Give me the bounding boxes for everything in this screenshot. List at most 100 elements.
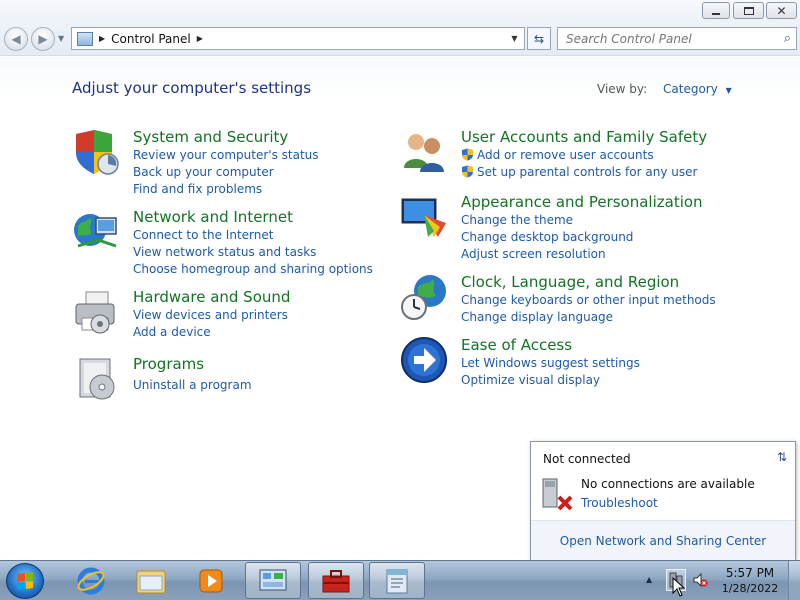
monitor-palette-icon [401,198,446,237]
forward-button[interactable]: ▶ [31,27,55,51]
link-parental-controls-label[interactable]: Set up parental controls for any user [477,165,697,179]
view-by-dropdown[interactable]: Category [663,82,718,96]
link-suggest-settings[interactable]: Let Windows suggest settings [461,355,640,372]
category-title[interactable]: Programs [133,355,204,373]
clock-time: 5:57 PM [725,566,775,580]
media-player-icon [199,569,223,592]
close-button[interactable]: ✕ [766,2,797,19]
uac-shield-icon [462,165,473,178]
category-ease-of-access: Ease of Access Let Windows suggest setti… [400,336,730,396]
toolbox-icon [322,569,350,592]
taskbar-internet-explorer[interactable] [63,562,119,599]
breadcrumb-arrow-icon[interactable]: ▶ [99,34,105,43]
internet-explorer-icon [77,567,105,594]
category-system-security: System and Security Review your computer… [72,128,372,196]
link-add-remove-users[interactable]: Add or remove user accounts [461,147,697,164]
address-bar[interactable]: ▶ Control Panel ▶ ▼ [71,27,525,50]
taskbar-toolbox[interactable] [308,562,364,599]
link-find-fix-problems[interactable]: Find and fix problems [133,181,319,198]
shield-icon [76,130,119,175]
search-box[interactable]: ⌕ [557,27,797,50]
category-network-internet: Network and Internet Connect to the Inte… [72,208,373,276]
link-screen-resolution[interactable]: Adjust screen resolution [461,246,633,263]
clock-date: 1/28/2022 [721,582,779,595]
link-parental-controls[interactable]: Set up parental controls for any user [461,164,697,181]
category-appearance: Appearance and Personalization Change th… [400,193,730,261]
link-network-status[interactable]: View network status and tasks [133,244,373,261]
restore-button[interactable] [733,2,764,19]
back-button[interactable]: ◀ [4,27,28,51]
close-icon: ✕ [776,3,787,18]
link-connect-internet[interactable]: Connect to the Internet [133,227,373,244]
programs-icon [79,358,115,400]
category-title[interactable]: System and Security [133,128,288,146]
forward-arrow-icon: ▶ [38,32,48,46]
link-display-language[interactable]: Change display language [461,309,716,326]
link-change-theme[interactable]: Change the theme [461,212,633,229]
clock-globe-icon [401,275,446,320]
breadcrumb-arrow-icon[interactable]: ▶ [197,34,203,43]
globe-network-icon [74,214,117,248]
taskbar-notepad[interactable] [369,562,425,599]
open-network-center-link[interactable]: Open Network and Sharing Center [531,520,795,560]
category-title[interactable]: Network and Internet [133,208,293,226]
link-back-up[interactable]: Back up your computer [133,164,319,181]
volume-muted-icon[interactable] [692,572,708,588]
taskbar-media-player[interactable] [183,562,239,599]
troubleshoot-link[interactable]: Troubleshoot [581,496,658,510]
title-bar: ✕ [0,0,800,22]
link-devices-printers[interactable]: View devices and printers [133,307,288,324]
link-add-device[interactable]: Add a device [133,324,288,341]
connection-status: Not connected [543,452,631,466]
system-clock[interactable]: 5:57 PM 1/28/2022 [718,566,782,595]
category-clock-language: Clock, Language, and Region Change keybo… [400,273,730,333]
refresh-icon: ⇆ [533,31,545,46]
address-dropdown-button[interactable]: ▼ [505,28,524,49]
category-title[interactable]: Clock, Language, and Region [461,273,679,291]
category-user-accounts: User Accounts and Family Safety Add or r… [400,128,730,188]
printer-icon [75,291,115,334]
mouse-pointer-icon [672,577,686,597]
restore-icon [743,6,754,15]
link-add-remove-users-label[interactable]: Add or remove user accounts [477,148,654,162]
category-hardware-sound: Hardware and Sound View devices and prin… [72,288,372,348]
ease-of-access-icon [401,337,447,383]
search-icon[interactable]: ⌕ [784,31,791,46]
uac-shield-icon [462,148,473,161]
chevron-down-icon[interactable]: ▼ [726,86,732,95]
recent-pages-dropdown[interactable]: ▼ [58,34,64,43]
start-button[interactable] [6,563,44,599]
taskbar-control-panel[interactable] [245,562,301,599]
no-connections-message: No connections are available [581,477,755,491]
category-title[interactable]: Appearance and Personalization [461,193,703,211]
windows-explorer-icon [136,570,166,593]
view-by: View by: Category ▼ [597,82,732,96]
link-desktop-background[interactable]: Change desktop background [461,229,633,246]
view-by-label: View by: [597,82,648,96]
search-input[interactable] [566,31,776,46]
show-hidden-icons-button[interactable]: ▲ [646,575,652,584]
windows-logo-icon [17,572,33,590]
control-panel-icon [259,569,287,590]
page-title: Adjust your computer's settings [72,79,312,97]
navigation-bar: ◀ ▶ ▼ ▶ Control Panel ▶ ▼ ⇆ ⌕ [0,22,800,56]
category-title[interactable]: Ease of Access [461,336,572,354]
link-uninstall-program[interactable]: Uninstall a program [133,377,252,394]
control-panel-small-icon [77,31,93,46]
show-desktop-button[interactable] [788,561,800,600]
taskbar-windows-explorer[interactable] [123,562,179,599]
minimize-button[interactable] [702,2,730,19]
link-optimize-display[interactable]: Optimize visual display [461,372,640,389]
users-icon [404,134,444,172]
category-title[interactable]: Hardware and Sound [133,288,290,306]
refresh-button[interactable]: ⇆ [527,27,551,50]
link-homegroup[interactable]: Choose homegroup and sharing options [133,261,373,278]
link-keyboards-input[interactable]: Change keyboards or other input methods [461,292,716,309]
link-review-status[interactable]: Review your computer's status [133,147,319,164]
notepad-icon [386,569,408,593]
minimize-icon [712,12,720,15]
breadcrumb-control-panel[interactable]: Control Panel [111,32,191,46]
network-flyout: Not connected ⇅ No connections are avail… [530,441,796,560]
refresh-networks-icon[interactable]: ⇅ [777,450,787,464]
category-title[interactable]: User Accounts and Family Safety [461,128,707,146]
